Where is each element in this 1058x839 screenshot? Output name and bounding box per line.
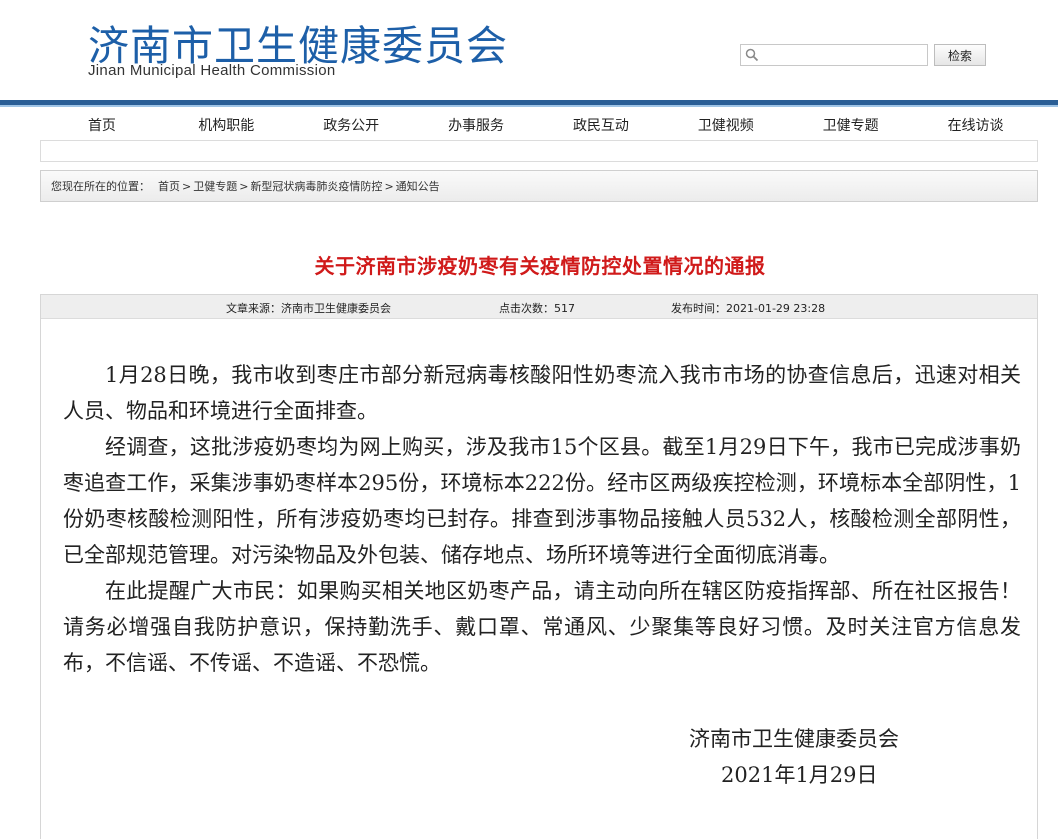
nav-item-organization[interactable]: 机构职能 (164, 110, 289, 140)
nav-item-gov-affairs[interactable]: 政务公开 (289, 110, 414, 140)
site-header: 济南市卫生健康委员会 Jinan Municipal Health Commis… (0, 0, 1058, 107)
search-input[interactable] (763, 46, 927, 64)
subnav-bar (40, 140, 1038, 162)
breadcrumb-covid-control[interactable]: 新型冠状病毒肺炎疫情防控 (250, 178, 382, 194)
breadcrumb-notices[interactable]: 通知公告 (396, 178, 440, 194)
breadcrumb-separator: > (182, 179, 192, 193)
article-paragraph: 1月28日晚，我市收到枣庄市部分新冠病毒核酸阳性奶枣流入我市市场的协查信息后，迅… (63, 363, 1021, 423)
header-divider-bar (0, 100, 1058, 107)
article-click-count: 点击次数：517 (499, 302, 575, 315)
article-paragraph: 在此提醒广大市民：如果购买相关地区奶枣产品，请主动向所在辖区防疫指挥部、所在社区… (63, 579, 1021, 675)
breadcrumb-separator: > (239, 179, 249, 193)
nav-item-home[interactable]: 首页 (40, 110, 164, 140)
nav-item-interaction[interactable]: 政民互动 (539, 110, 664, 140)
article-body: 1月28日晚，我市收到枣庄市部分新冠病毒核酸阳性奶枣流入我市市场的协查信息后，迅… (63, 357, 1021, 681)
nav-item-interview[interactable]: 在线访谈 (913, 110, 1038, 140)
breadcrumb-home[interactable]: 首页 (158, 178, 180, 194)
article-paragraph: 经调查，这批涉疫奶枣均为网上购买，涉及我市15个区县。截至1月29日下午，我市已… (63, 435, 1021, 567)
signature-organization: 济南市卫生健康委员会 (689, 727, 899, 751)
article-source: 文章来源：济南市卫生健康委员会 (226, 302, 391, 315)
nav-item-video[interactable]: 卫健视频 (663, 110, 788, 140)
main-nav: 首页 机构职能 政务公开 办事服务 政民互动 卫健视频 卫健专题 在线访谈 (40, 110, 1038, 140)
nav-item-services[interactable]: 办事服务 (414, 110, 539, 140)
article-publish-date: 发布时间：2021-01-29 23:28 (671, 302, 826, 315)
nav-item-topics[interactable]: 卫健专题 (788, 110, 913, 140)
signature-date: 2021年1月29日 (721, 763, 878, 787)
search-button[interactable]: 检索 (934, 44, 986, 66)
article-meta-bar: 文章来源：济南市卫生健康委员会 点击次数：517 发布时间：2021-01-29… (41, 295, 1037, 319)
breadcrumb-topics[interactable]: 卫健专题 (193, 178, 237, 194)
search-box (740, 44, 928, 66)
breadcrumb: 您现在所在的位置： 首页 > 卫健专题 > 新型冠状病毒肺炎疫情防控 > 通知公… (40, 170, 1038, 202)
site-logo-subtitle: Jinan Municipal Health Commission (88, 62, 336, 79)
article-title: 关于济南市涉疫奶枣有关疫情防控处置情况的通报 (314, 254, 766, 278)
article-container: 文章来源：济南市卫生健康委员会 点击次数：517 发布时间：2021-01-29… (40, 294, 1038, 839)
breadcrumb-separator: > (384, 179, 394, 193)
breadcrumb-prefix: 您现在所在的位置： (51, 180, 150, 193)
search-icon (741, 45, 763, 65)
